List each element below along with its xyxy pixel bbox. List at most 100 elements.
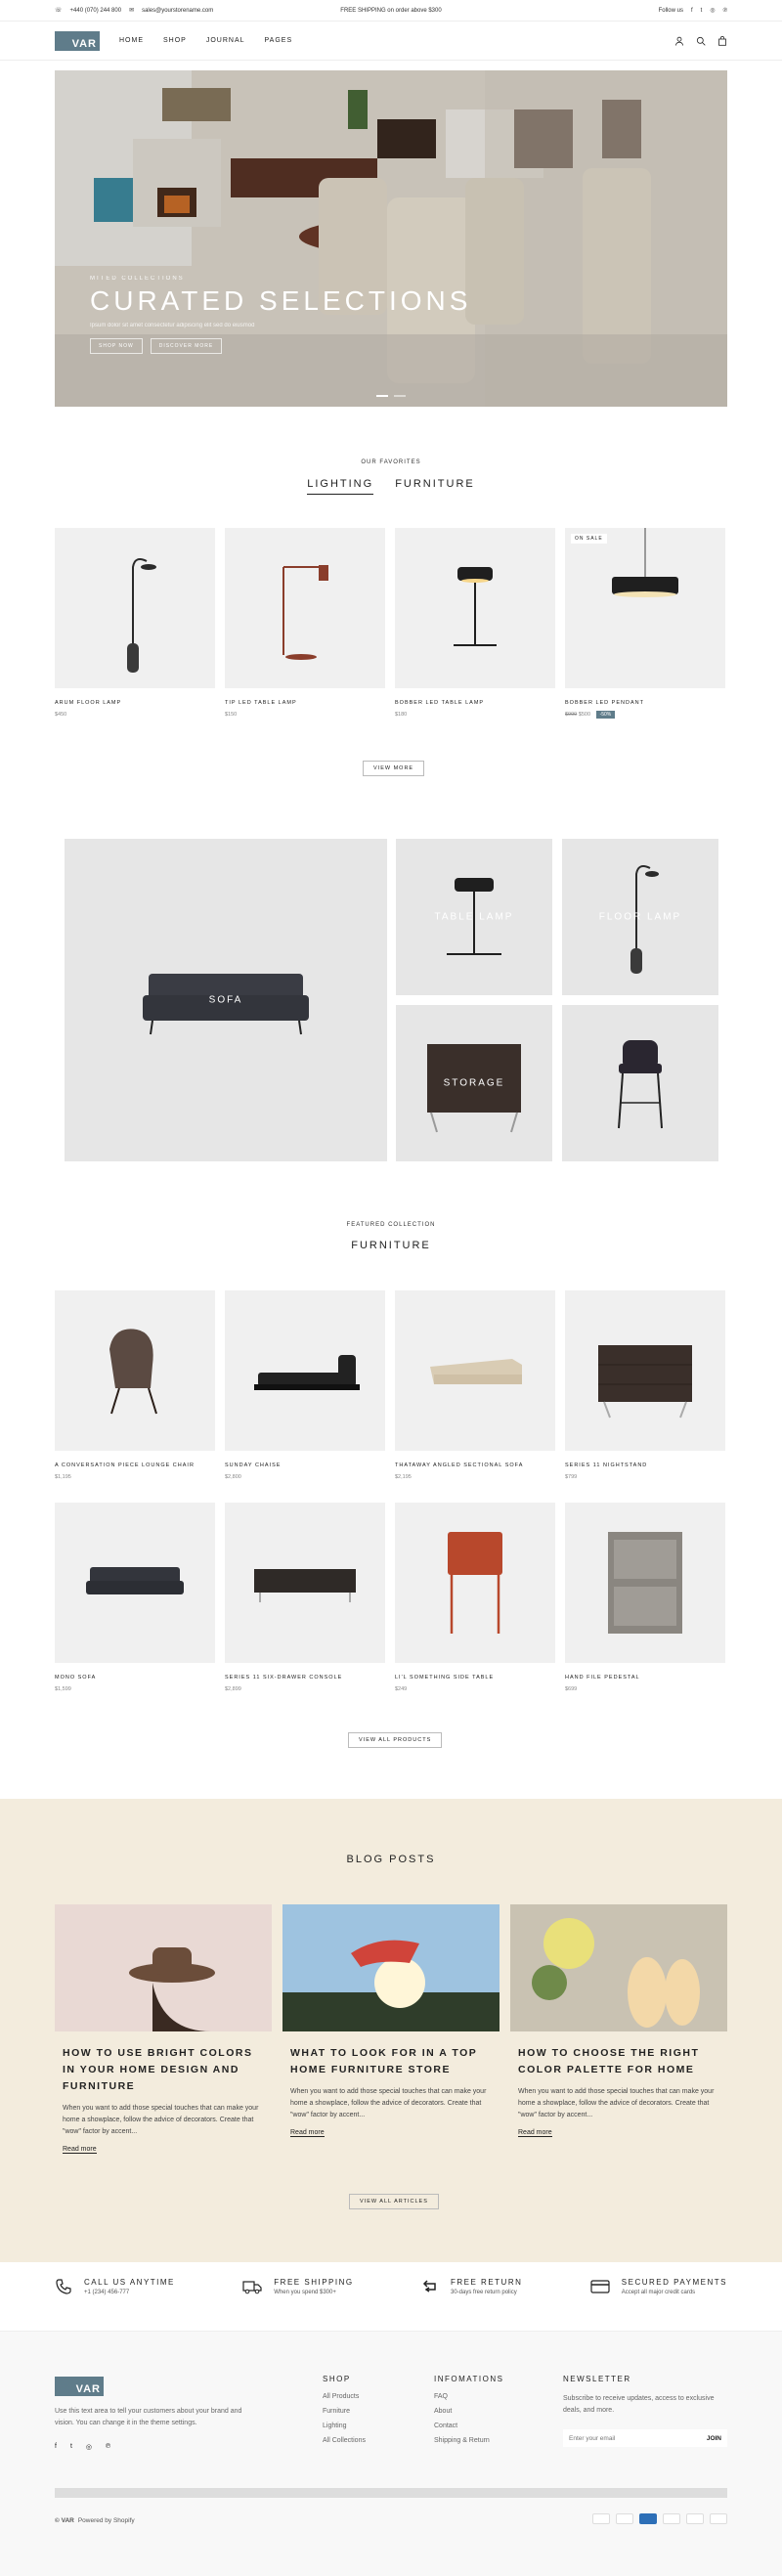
view-all-products-button[interactable]: VIEW ALL PRODUCTS [348, 1732, 443, 1748]
footer-link[interactable]: FAQ [434, 2393, 503, 2400]
footer-link[interactable]: About [434, 2408, 503, 2415]
facebook-icon[interactable]: f [55, 2443, 57, 2451]
product-image[interactable] [55, 1290, 215, 1451]
newsletter-email-input[interactable]: Enter your email [569, 2435, 615, 2442]
discount-badge: -50% [595, 711, 616, 719]
blog-post[interactable]: HOW TO CHOOSE THE RIGHT COLOR PALETTE FO… [510, 1904, 727, 2139]
product-name[interactable]: ARUM FLOOR LAMP [55, 700, 215, 706]
topbar-email[interactable]: sales@yourstorename.com [142, 8, 213, 14]
product-card[interactable]: HAND FILE PEDESTAL $699 [565, 1503, 725, 1692]
twitter-icon[interactable]: t [701, 8, 703, 14]
menu-item-home[interactable]: HOME [119, 37, 144, 44]
hero-description: Ipsum dolor sit amet consectetur adipisc… [90, 323, 255, 328]
newsletter-join-button[interactable]: JOIN [707, 2435, 721, 2442]
instagram-icon[interactable]: ◎ [86, 2443, 92, 2451]
product-card[interactable]: BOBBER LED TABLE LAMP $180 [395, 528, 555, 718]
topbar-phone[interactable]: +440 (070) 244 800 [70, 8, 122, 14]
product-price: $2,899 [225, 1686, 241, 1692]
blog-post-title[interactable]: HOW TO CHOOSE THE RIGHT COLOR PALETTE FO… [518, 2045, 719, 2078]
account-icon[interactable] [674, 36, 684, 46]
product-card[interactable]: LI'L SOMETHING SIDE TABLE $249 [395, 1503, 555, 1692]
product-name[interactable]: SUNDAY CHAISE [225, 1463, 385, 1468]
product-image[interactable] [395, 528, 555, 688]
footer-link[interactable]: All Collections [323, 2437, 366, 2444]
collection-bar-stool[interactable] [562, 1005, 718, 1161]
read-more-link[interactable]: Read more [290, 2129, 325, 2137]
product-image[interactable] [565, 1290, 725, 1451]
product-card[interactable]: SERIES 11 NIGHTSTAND $799 [565, 1290, 725, 1480]
product-name[interactable]: A CONVERSATION PIECE LOUNGE CHAIR [55, 1463, 215, 1468]
menu-item-journal[interactable]: JOURNAL [206, 37, 245, 44]
product-name[interactable]: BOBBER LED TABLE LAMP [395, 700, 555, 706]
product-name[interactable]: HAND FILE PEDESTAL [565, 1675, 725, 1681]
footer-link[interactable]: Lighting [323, 2423, 366, 2429]
product-card[interactable]: TIP LED TABLE LAMP $150 [225, 528, 385, 718]
view-more-button[interactable]: VIEW MORE [363, 761, 425, 776]
logo[interactable]: VAR [55, 30, 100, 51]
blog-post[interactable]: WHAT TO LOOK FOR IN A TOP HOME FURNITURE… [282, 1904, 500, 2139]
footer-social: f t ◎ ℗ [55, 2443, 110, 2451]
slide-dot[interactable] [394, 395, 406, 397]
footer-link[interactable]: Contact [434, 2423, 503, 2429]
product-name[interactable]: THATAWAY ANGLED SECTIONAL SOFA [395, 1463, 555, 1468]
cart-icon[interactable] [717, 35, 727, 46]
footer-link[interactable]: Shipping & Return [434, 2437, 503, 2444]
product-image[interactable] [225, 1503, 385, 1663]
collection-sofa[interactable]: SOFA [65, 839, 387, 1161]
footer-link[interactable]: Furniture [323, 2408, 366, 2415]
collection-table-lamp[interactable]: TABLE LAMP [396, 839, 552, 995]
product-name[interactable]: LI'L SOMETHING SIDE TABLE [395, 1675, 555, 1681]
hero-discover-button[interactable]: DISCOVER MORE [150, 338, 223, 354]
blog-post-title[interactable]: HOW TO USE BRIGHT COLORS IN YOUR HOME DE… [63, 2045, 264, 2095]
read-more-link[interactable]: Read more [63, 2146, 97, 2154]
product-card[interactable]: ARUM FLOOR LAMP $450 [55, 528, 215, 718]
menu-item-shop[interactable]: SHOP [163, 37, 187, 44]
product-name[interactable]: MONO SOFA [55, 1675, 215, 1681]
product-card[interactable]: A CONVERSATION PIECE LOUNGE CHAIR $1,195 [55, 1290, 215, 1480]
pinterest-icon[interactable]: ℗ [106, 2443, 110, 2451]
footer-link[interactable]: All Products [323, 2393, 366, 2400]
product-image[interactable]: ON SALE [565, 528, 725, 688]
tab-furniture[interactable]: FURNITURE [395, 478, 475, 495]
product-image[interactable] [55, 528, 215, 688]
blog-post-title[interactable]: WHAT TO LOOK FOR IN A TOP HOME FURNITURE… [290, 2045, 492, 2078]
product-image[interactable] [395, 1290, 555, 1451]
product-card[interactable]: MONO SOFA $1,599 [55, 1503, 215, 1692]
product-image[interactable] [225, 528, 385, 688]
blog-post-image[interactable] [510, 1904, 727, 2031]
product-card[interactable]: SERIES 11 SIX-DRAWER CONSOLE $2,899 [225, 1503, 385, 1692]
pinterest-icon[interactable]: ℗ [723, 8, 727, 14]
hero-slideshow[interactable]: MITED COLLECTIONS CURATED SELECTIONS Ips… [55, 70, 727, 407]
product-name[interactable]: BOBBER LED PENDANT [565, 700, 725, 706]
twitter-icon[interactable]: t [70, 2443, 72, 2451]
blog-post-image[interactable] [55, 1904, 272, 2031]
product-card[interactable]: THATAWAY ANGLED SECTIONAL SOFA $2,195 [395, 1290, 555, 1480]
slide-dot[interactable] [376, 395, 388, 397]
collection-storage[interactable]: STORAGE [396, 1005, 552, 1161]
collection-floor-lamp[interactable]: FLOOR LAMP [562, 839, 718, 995]
footer-logo[interactable]: VAR [55, 2377, 104, 2396]
product-image[interactable] [565, 1503, 725, 1663]
blog-post[interactable]: HOW TO USE BRIGHT COLORS IN YOUR HOME DE… [55, 1904, 272, 2156]
instagram-icon[interactable]: ◎ [710, 7, 715, 14]
product-price: $2,800 [225, 1474, 241, 1480]
product-image[interactable] [395, 1503, 555, 1663]
product-name[interactable]: SERIES 11 SIX-DRAWER CONSOLE [225, 1675, 385, 1681]
tab-lighting[interactable]: LIGHTING [307, 478, 374, 495]
newsletter-title: NEWSLETTER [563, 2375, 631, 2383]
product-name[interactable]: SERIES 11 NIGHTSTAND [565, 1463, 725, 1468]
product-name[interactable]: TIP LED TABLE LAMP [225, 700, 385, 706]
hero-shop-button[interactable]: SHOP NOW [90, 338, 143, 354]
product-image[interactable] [55, 1503, 215, 1663]
powered-by[interactable]: Powered by Shopify [78, 2517, 135, 2524]
product-image[interactable] [225, 1290, 385, 1451]
blog-post-image[interactable] [282, 1904, 500, 2031]
view-all-articles-button[interactable]: VIEW ALL ARTICLES [349, 2194, 439, 2209]
main-header: VAR HOME SHOP JOURNAL PAGES [0, 22, 782, 61]
product-card[interactable]: ON SALE BOBBER LED PENDANT $999 $500 -50… [565, 528, 725, 719]
search-icon[interactable] [696, 36, 706, 46]
menu-item-pages[interactable]: PAGES [265, 37, 293, 44]
facebook-icon[interactable]: f [691, 8, 693, 14]
product-card[interactable]: SUNDAY CHAISE $2,800 [225, 1290, 385, 1480]
read-more-link[interactable]: Read more [518, 2129, 552, 2137]
